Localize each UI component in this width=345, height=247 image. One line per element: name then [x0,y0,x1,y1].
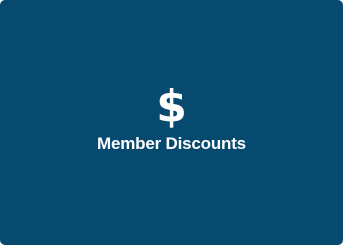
tile-label: Member Discounts [97,134,246,153]
member-discounts-tile[interactable]: $ Member Discounts [0,0,343,245]
dollar-sign-icon: $ [156,81,187,132]
